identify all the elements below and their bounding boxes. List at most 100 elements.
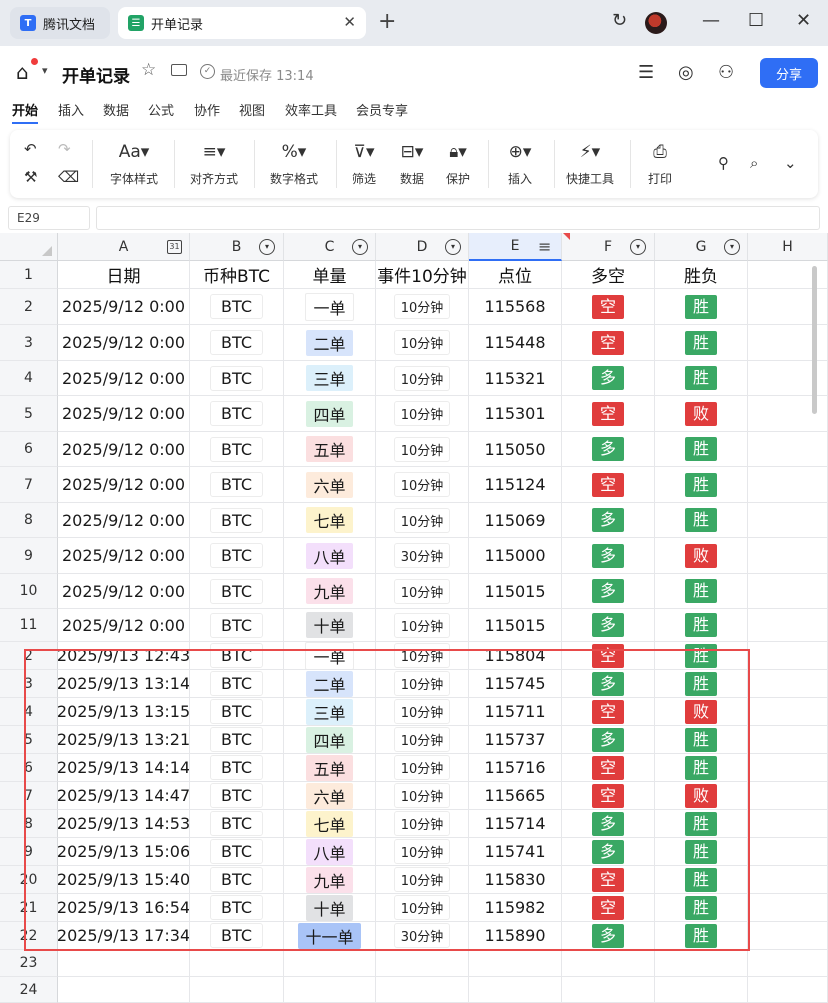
table-cell[interactable]: 115015: [469, 609, 562, 642]
tab-view[interactable]: 视图: [239, 100, 265, 119]
table-cell[interactable]: 胜: [655, 361, 748, 396]
header-cell[interactable]: 胜负: [655, 261, 748, 289]
browser-tab-sheet[interactable]: ☰ 开单记录 ✕: [118, 7, 366, 39]
table-cell[interactable]: BTC: [190, 866, 284, 894]
row-header[interactable]: 5: [0, 396, 58, 432]
formula-input[interactable]: [96, 206, 820, 230]
table-cell[interactable]: 败: [655, 782, 748, 810]
table-cell[interactable]: [58, 977, 190, 1003]
table-cell[interactable]: 一单: [284, 642, 376, 670]
table-cell[interactable]: BTC: [190, 810, 284, 838]
table-cell[interactable]: [748, 698, 828, 726]
table-cell[interactable]: 10分钟: [376, 810, 469, 838]
table-cell[interactable]: 115737: [469, 726, 562, 754]
table-cell[interactable]: 空: [562, 782, 655, 810]
table-cell[interactable]: BTC: [190, 609, 284, 642]
table-cell[interactable]: 10分钟: [376, 754, 469, 782]
header-cell[interactable]: 日期: [58, 261, 190, 289]
table-cell[interactable]: 30分钟: [376, 538, 469, 574]
table-cell[interactable]: 五单: [284, 432, 376, 467]
select-all-corner[interactable]: [0, 233, 58, 261]
header-cell[interactable]: 多空: [562, 261, 655, 289]
table-cell[interactable]: BTC: [190, 396, 284, 432]
table-cell[interactable]: BTC: [190, 574, 284, 609]
row-header[interactable]: 21: [0, 894, 58, 922]
table-cell[interactable]: BTC: [190, 289, 284, 325]
table-cell[interactable]: 2025/9/13 14:14: [58, 754, 190, 782]
table-cell[interactable]: 多: [562, 670, 655, 698]
table-cell[interactable]: 多: [562, 432, 655, 467]
folder-icon[interactable]: [171, 64, 187, 76]
table-cell[interactable]: [748, 754, 828, 782]
table-cell[interactable]: 胜: [655, 503, 748, 538]
close-window-icon[interactable]: ✕: [796, 10, 811, 31]
row-header[interactable]: 9: [0, 838, 58, 866]
table-cell[interactable]: 十单: [284, 894, 376, 922]
table-cell[interactable]: 10分钟: [376, 325, 469, 361]
table-cell[interactable]: 胜: [655, 894, 748, 922]
column-header-h[interactable]: H: [748, 233, 828, 261]
tab-formula[interactable]: 公式: [148, 100, 174, 119]
number-format-button[interactable]: %▾ 数字格式: [262, 140, 326, 187]
table-cell[interactable]: 2025/9/12 0:00: [58, 432, 190, 467]
table-cell[interactable]: 115745: [469, 670, 562, 698]
calendar-icon[interactable]: 31: [167, 240, 182, 254]
table-cell[interactable]: [748, 538, 828, 574]
refresh-icon[interactable]: ↻: [612, 10, 627, 31]
row-header[interactable]: 6: [0, 754, 58, 782]
table-cell[interactable]: BTC: [190, 642, 284, 670]
minimize-icon[interactable]: —: [702, 10, 720, 31]
table-cell[interactable]: [748, 922, 828, 950]
table-cell[interactable]: 115568: [469, 289, 562, 325]
table-cell[interactable]: [748, 782, 828, 810]
table-cell[interactable]: 10分钟: [376, 782, 469, 810]
table-cell[interactable]: 2025/9/12 0:00: [58, 325, 190, 361]
table-cell[interactable]: 115000: [469, 538, 562, 574]
document-title[interactable]: 开单记录: [62, 62, 130, 87]
browser-tab-tencent-docs[interactable]: T 腾讯文档: [10, 7, 110, 39]
table-cell[interactable]: 10分钟: [376, 838, 469, 866]
table-cell[interactable]: BTC: [190, 432, 284, 467]
tab-start[interactable]: 开始: [12, 100, 39, 124]
share-button[interactable]: 分享: [760, 58, 818, 88]
table-cell[interactable]: [562, 950, 655, 977]
table-cell[interactable]: [376, 950, 469, 977]
table-cell[interactable]: 2025/9/12 0:00: [58, 503, 190, 538]
home-icon[interactable]: ⌂: [16, 60, 29, 84]
table-cell[interactable]: 115711: [469, 698, 562, 726]
column-filter-chevron-icon[interactable]: ▾: [259, 239, 275, 255]
table-cell[interactable]: [469, 977, 562, 1003]
table-cell[interactable]: 115069: [469, 503, 562, 538]
table-cell[interactable]: [748, 503, 828, 538]
stamp-icon[interactable]: ⚲: [718, 154, 729, 172]
table-cell[interactable]: 10分钟: [376, 894, 469, 922]
table-cell[interactable]: 10分钟: [376, 726, 469, 754]
table-cell[interactable]: BTC: [190, 467, 284, 503]
undo-icon[interactable]: ↶: [24, 140, 37, 158]
table-cell[interactable]: BTC: [190, 325, 284, 361]
table-cell[interactable]: 十一单: [284, 922, 376, 950]
table-cell[interactable]: 六单: [284, 782, 376, 810]
row-header[interactable]: 10: [0, 574, 58, 609]
table-cell[interactable]: 四单: [284, 396, 376, 432]
table-cell[interactable]: 多: [562, 361, 655, 396]
table-cell[interactable]: 空: [562, 467, 655, 503]
quick-tools-button[interactable]: ⚡▾ 快捷工具: [562, 140, 618, 187]
filter-active-icon[interactable]: ≡: [538, 237, 551, 256]
row-header[interactable]: 1: [0, 261, 58, 289]
table-cell[interactable]: 2025/9/13 12:43: [58, 642, 190, 670]
vertical-scrollbar[interactable]: [812, 266, 817, 414]
table-cell[interactable]: 10分钟: [376, 866, 469, 894]
table-cell[interactable]: 胜: [655, 810, 748, 838]
table-cell[interactable]: 2025/9/12 0:00: [58, 538, 190, 574]
table-cell[interactable]: 10分钟: [376, 574, 469, 609]
table-cell[interactable]: [190, 950, 284, 977]
table-cell[interactable]: 115830: [469, 866, 562, 894]
table-cell[interactable]: 空: [562, 754, 655, 782]
collaboration-icon[interactable]: ◎: [678, 62, 694, 83]
table-cell[interactable]: 胜: [655, 467, 748, 503]
column-filter-chevron-icon[interactable]: ▾: [724, 239, 740, 255]
column-filter-chevron-icon[interactable]: ▾: [445, 239, 461, 255]
tab-efficiency-tools[interactable]: 效率工具: [285, 100, 337, 119]
table-cell[interactable]: 二单: [284, 670, 376, 698]
